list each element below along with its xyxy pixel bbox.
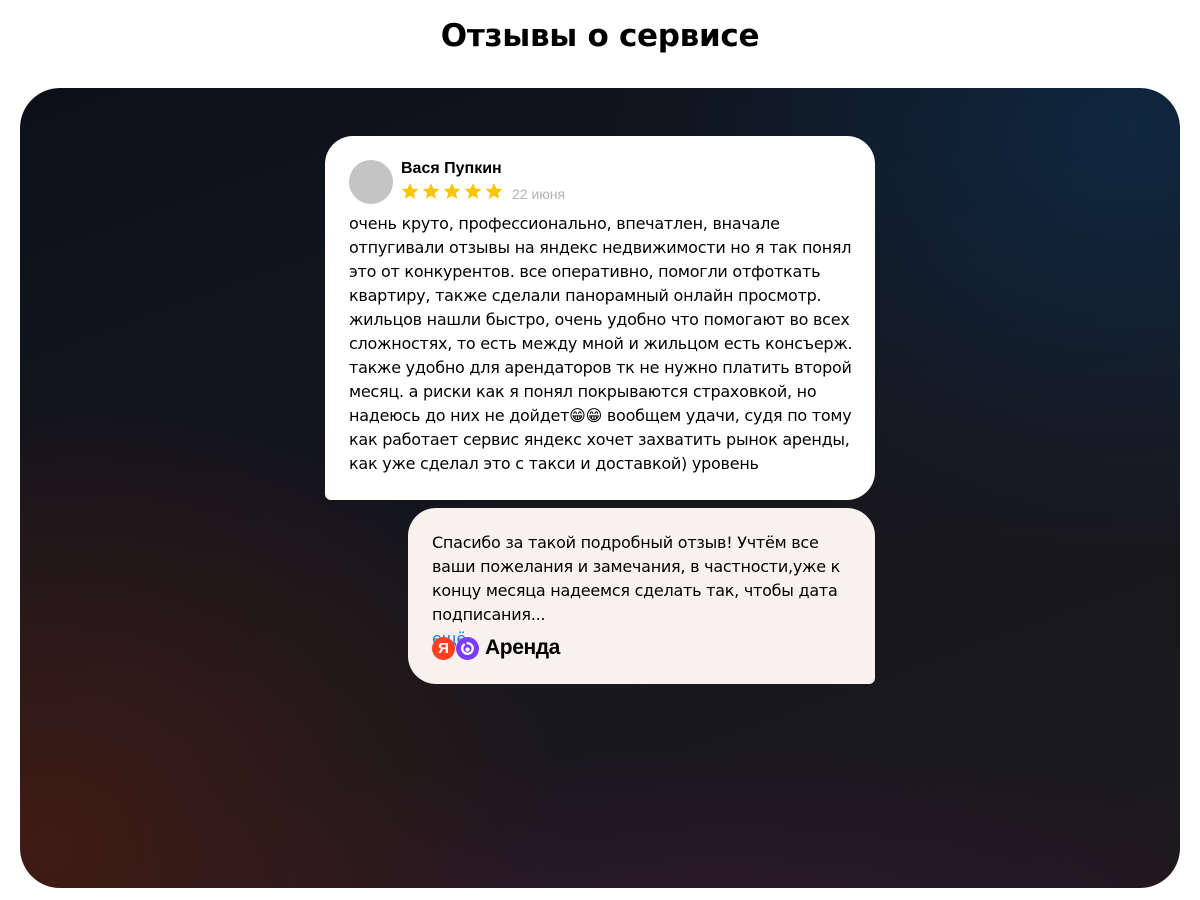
yandex-logo-icon: Я	[432, 636, 455, 660]
star-icon	[443, 183, 461, 199]
review-text: очень круто, профессионально, впечатлен,…	[349, 214, 853, 473]
reply-text-block: Спасибо за такой подробный отзыв! Учтём …	[432, 531, 857, 651]
reviews-panel: Вася Пупкин 22 июня очень круто, професс…	[20, 88, 1180, 888]
star-icon	[464, 183, 482, 199]
page-title: Отзывы о сервисе	[440, 18, 760, 54]
brand-name: Аренда	[485, 636, 560, 659]
avatar	[349, 160, 393, 204]
arenda-logo-icon	[456, 636, 479, 660]
star-icon	[422, 183, 440, 199]
review-author-name: Вася Пупкин	[401, 160, 502, 177]
review-date: 22 июня	[512, 186, 566, 202]
reply-card: Спасибо за такой подробный отзыв! Учтём …	[408, 508, 875, 684]
star-icon	[485, 183, 503, 199]
review-card: Вася Пупкин 22 июня очень круто, професс…	[325, 136, 875, 500]
star-icon	[401, 183, 419, 199]
reply-text: Спасибо за такой подробный отзыв! Учтём …	[432, 533, 841, 624]
brand-logo: Я Аренда	[432, 636, 560, 660]
rating-stars	[400, 181, 504, 201]
